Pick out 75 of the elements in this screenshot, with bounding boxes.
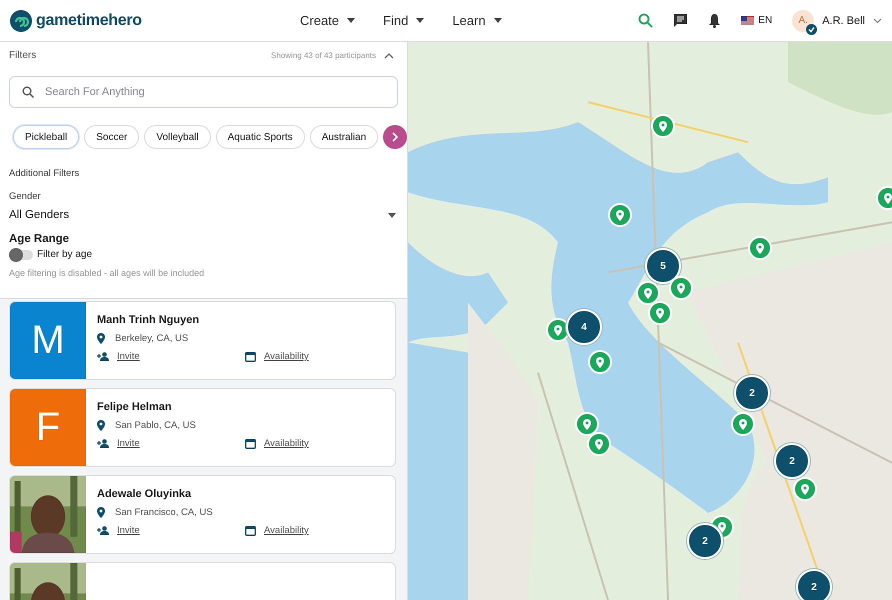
nav-menu[interactable]: Learn xyxy=(452,11,502,30)
user-name[interactable]: A.R. Bell xyxy=(822,14,865,26)
caret-icon xyxy=(388,212,396,218)
logo-icon xyxy=(10,10,32,32)
location-pin-icon xyxy=(884,192,892,204)
age-toggle[interactable] xyxy=(9,250,33,260)
participant-name[interactable]: Adewale Oluyinka xyxy=(97,488,395,500)
avatar-letter: M xyxy=(10,302,86,379)
location-pin-icon xyxy=(596,356,604,368)
location-pin-icon xyxy=(97,507,105,518)
caret-icon xyxy=(416,18,424,23)
participant-card[interactable]: M Manh Trinh Nguyen Berkeley, CA, US Invite Availability xyxy=(9,301,396,380)
age-note: Age filtering is disabled - all ages will be included xyxy=(9,268,206,278)
participant-name[interactable]: Manh Trinh Nguyen xyxy=(97,314,395,326)
location-pin-icon xyxy=(739,418,747,430)
chat-icon[interactable] xyxy=(673,13,688,28)
availability-link[interactable]: Availability xyxy=(264,351,309,362)
caret-icon xyxy=(347,18,356,23)
participant-card[interactable]: Adewale Oluyinka San Francisco, CA, US Invite Availability xyxy=(9,475,396,554)
additional-filters-label: Additional Filters xyxy=(9,168,80,179)
location-pin-icon xyxy=(595,438,603,450)
add-person-icon xyxy=(97,352,109,361)
location-pin-icon xyxy=(97,333,105,344)
invite-link[interactable]: Invite xyxy=(117,438,140,449)
calendar-icon xyxy=(245,525,256,536)
participant-location: San Pablo, CA, US xyxy=(115,420,196,431)
location-pin-icon xyxy=(97,420,105,431)
toggle-label: Filter by age xyxy=(37,249,92,260)
cluster-marker[interactable]: 2 xyxy=(796,569,832,600)
gender-select[interactable]: All Genders xyxy=(9,209,398,221)
location-pin-icon xyxy=(756,242,764,254)
location-pin-icon xyxy=(677,282,685,294)
age-range-title: Age Range xyxy=(9,233,70,245)
location-pin-icon xyxy=(644,288,652,298)
language-label[interactable]: EN xyxy=(758,15,772,26)
search-icon xyxy=(22,86,34,98)
participant-name[interactable]: Felipe Helman xyxy=(97,401,395,413)
participant-location: San Francisco, CA, US xyxy=(115,507,213,518)
filters-title: Filters xyxy=(9,50,36,61)
location-pin-icon xyxy=(659,120,667,132)
location-pin-icon xyxy=(554,324,562,336)
calendar-icon xyxy=(245,438,256,449)
nav-menu[interactable]: Find xyxy=(383,11,424,30)
scroll-right-button[interactable] xyxy=(383,125,407,149)
nav-menu[interactable]: Create xyxy=(300,11,356,30)
avatar-letter: F xyxy=(10,389,86,466)
chevron-down-icon[interactable] xyxy=(873,18,882,24)
location-pin-icon xyxy=(656,308,664,318)
invite-link[interactable]: Invite xyxy=(117,525,140,536)
sport-chip[interactable]: Aquatic Sports xyxy=(216,125,305,149)
chevron-right-icon xyxy=(392,132,398,142)
participant-card[interactable]: F Felipe Helman San Pablo, CA, US Invite Availability xyxy=(9,388,396,467)
search-field[interactable]: Search For Anything xyxy=(9,76,398,108)
add-person-icon xyxy=(97,439,109,448)
location-pin-icon xyxy=(616,210,624,220)
participant-count: Showing 43 of 43 participants xyxy=(271,51,376,60)
calendar-icon xyxy=(245,351,256,362)
flag-icon xyxy=(741,16,754,25)
invite-link[interactable]: Invite xyxy=(117,351,140,362)
availability-link[interactable]: Availability xyxy=(264,438,309,449)
add-person-icon xyxy=(97,526,109,535)
location-pin-icon xyxy=(583,418,591,430)
caret-icon xyxy=(494,18,502,23)
sport-chip[interactable]: Soccer xyxy=(84,125,140,149)
sport-chip[interactable]: Pickleball xyxy=(13,125,80,149)
sport-chip[interactable]: Volleyball xyxy=(144,125,211,149)
collapse-icon[interactable] xyxy=(384,52,394,58)
bell-icon[interactable] xyxy=(708,13,722,28)
logo-text[interactable]: gametimehero xyxy=(36,12,142,30)
gender-label: Gender xyxy=(9,191,42,202)
availability-link[interactable]: Availability xyxy=(264,525,309,536)
sport-chip[interactable]: Australian xyxy=(310,125,378,149)
participant-location: Berkeley, CA, US xyxy=(115,333,188,344)
search-icon[interactable] xyxy=(638,13,654,28)
location-pin-icon xyxy=(801,484,809,494)
